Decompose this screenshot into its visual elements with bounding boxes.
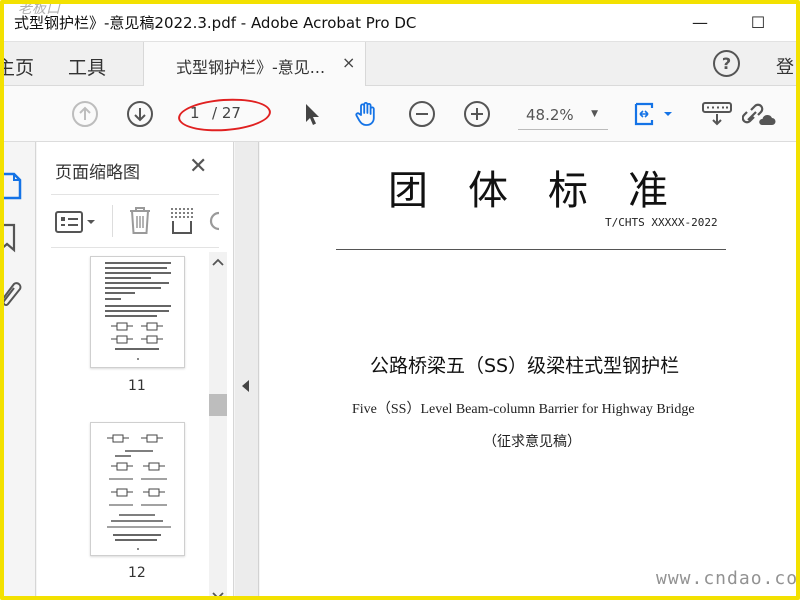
- window-title: 式型钢护栏》-意见稿2022.3.pdf - Adobe Acrobat Pro…: [14, 14, 417, 32]
- navigation-rail: [0, 142, 36, 600]
- page-thumbnail-content: [105, 262, 171, 360]
- minimize-button[interactable]: —: [682, 8, 718, 36]
- fit-page-icon[interactable]: [632, 100, 676, 128]
- hand-tool-icon[interactable]: [352, 100, 380, 128]
- tab-document[interactable]: 式型钢护栏》-意见... ×: [143, 42, 366, 86]
- help-icon[interactable]: ?: [713, 50, 740, 77]
- chevron-down-icon: ▼: [591, 109, 598, 119]
- read-mode-icon[interactable]: [701, 100, 733, 128]
- tab-document-label: 式型钢护栏》-意见...: [176, 58, 326, 77]
- document-title-cn: 公路桥梁五（SS）级梁柱式型钢护栏: [370, 355, 680, 377]
- page-thumbnail-content: [107, 434, 171, 550]
- scrollbar-thumb[interactable]: [209, 394, 227, 416]
- bookmark-icon[interactable]: [0, 222, 20, 254]
- zoom-in-icon[interactable]: [463, 100, 491, 128]
- thumbnail-panel: 页面缩略图 ✕ 11 12: [37, 142, 234, 600]
- toolbar: 1/ 27 48.2% ▼: [0, 86, 800, 142]
- rotate-icon[interactable]: [207, 209, 219, 233]
- delete-icon[interactable]: [127, 205, 153, 235]
- thumbnail-toolbar: [51, 194, 219, 248]
- document-page: 团体标准 T/CHTS XXXXX-2022 公路桥梁五（SS）级梁柱式型钢护栏…: [260, 142, 800, 600]
- zoom-select[interactable]: 48.2% ▼: [518, 100, 608, 130]
- thumbnail-scrollbar[interactable]: [209, 252, 227, 600]
- site-watermark: www.cndao.com: [656, 568, 800, 589]
- document-heading: 团体标准: [388, 168, 708, 214]
- link-cloud-icon[interactable]: [742, 100, 776, 128]
- draft-note: （征求意见稿）: [483, 434, 581, 450]
- document-title-en: Five（SS）Level Beam-column Barrier for Hi…: [352, 402, 695, 417]
- standard-code: T/CHTS XXXXX-2022: [605, 216, 718, 229]
- panel-close-button[interactable]: ✕: [189, 154, 207, 179]
- page-number: 11: [128, 378, 146, 394]
- insert-page-icon[interactable]: [169, 207, 195, 235]
- page-thumbnail[interactable]: [90, 422, 185, 556]
- login-link[interactable]: 登: [776, 53, 794, 79]
- scroll-down-icon[interactable]: [212, 592, 224, 600]
- annotation-circle: [176, 95, 273, 135]
- zoom-out-icon[interactable]: [408, 100, 436, 128]
- previous-page-icon[interactable]: [71, 100, 99, 128]
- panel-collapse-handle[interactable]: [235, 142, 259, 600]
- maximize-button[interactable]: ☐: [740, 8, 776, 36]
- heading-rule: [336, 249, 726, 250]
- tab-home[interactable]: 主页: [0, 53, 34, 80]
- thumbnail-options-icon[interactable]: [55, 209, 99, 235]
- tab-tools[interactable]: 工具: [68, 53, 106, 80]
- scroll-up-icon[interactable]: [212, 258, 224, 266]
- select-tool-icon[interactable]: [298, 100, 326, 128]
- title-bar: 老板口 式型钢护栏》-意见稿2022.3.pdf - Adobe Acrobat…: [0, 0, 800, 42]
- panel-title: 页面缩略图: [55, 163, 140, 183]
- page-number: 12: [128, 565, 146, 581]
- page-thumbnails-icon[interactable]: [0, 164, 24, 204]
- tab-close-button[interactable]: ×: [342, 53, 355, 72]
- page-thumbnail[interactable]: [90, 256, 185, 368]
- collapse-arrow-icon: [242, 380, 249, 392]
- zoom-value: 48.2%: [526, 106, 574, 124]
- next-page-icon[interactable]: [126, 100, 154, 128]
- attachment-icon[interactable]: [0, 276, 22, 308]
- tab-bar: 主页 工具: [0, 42, 800, 86]
